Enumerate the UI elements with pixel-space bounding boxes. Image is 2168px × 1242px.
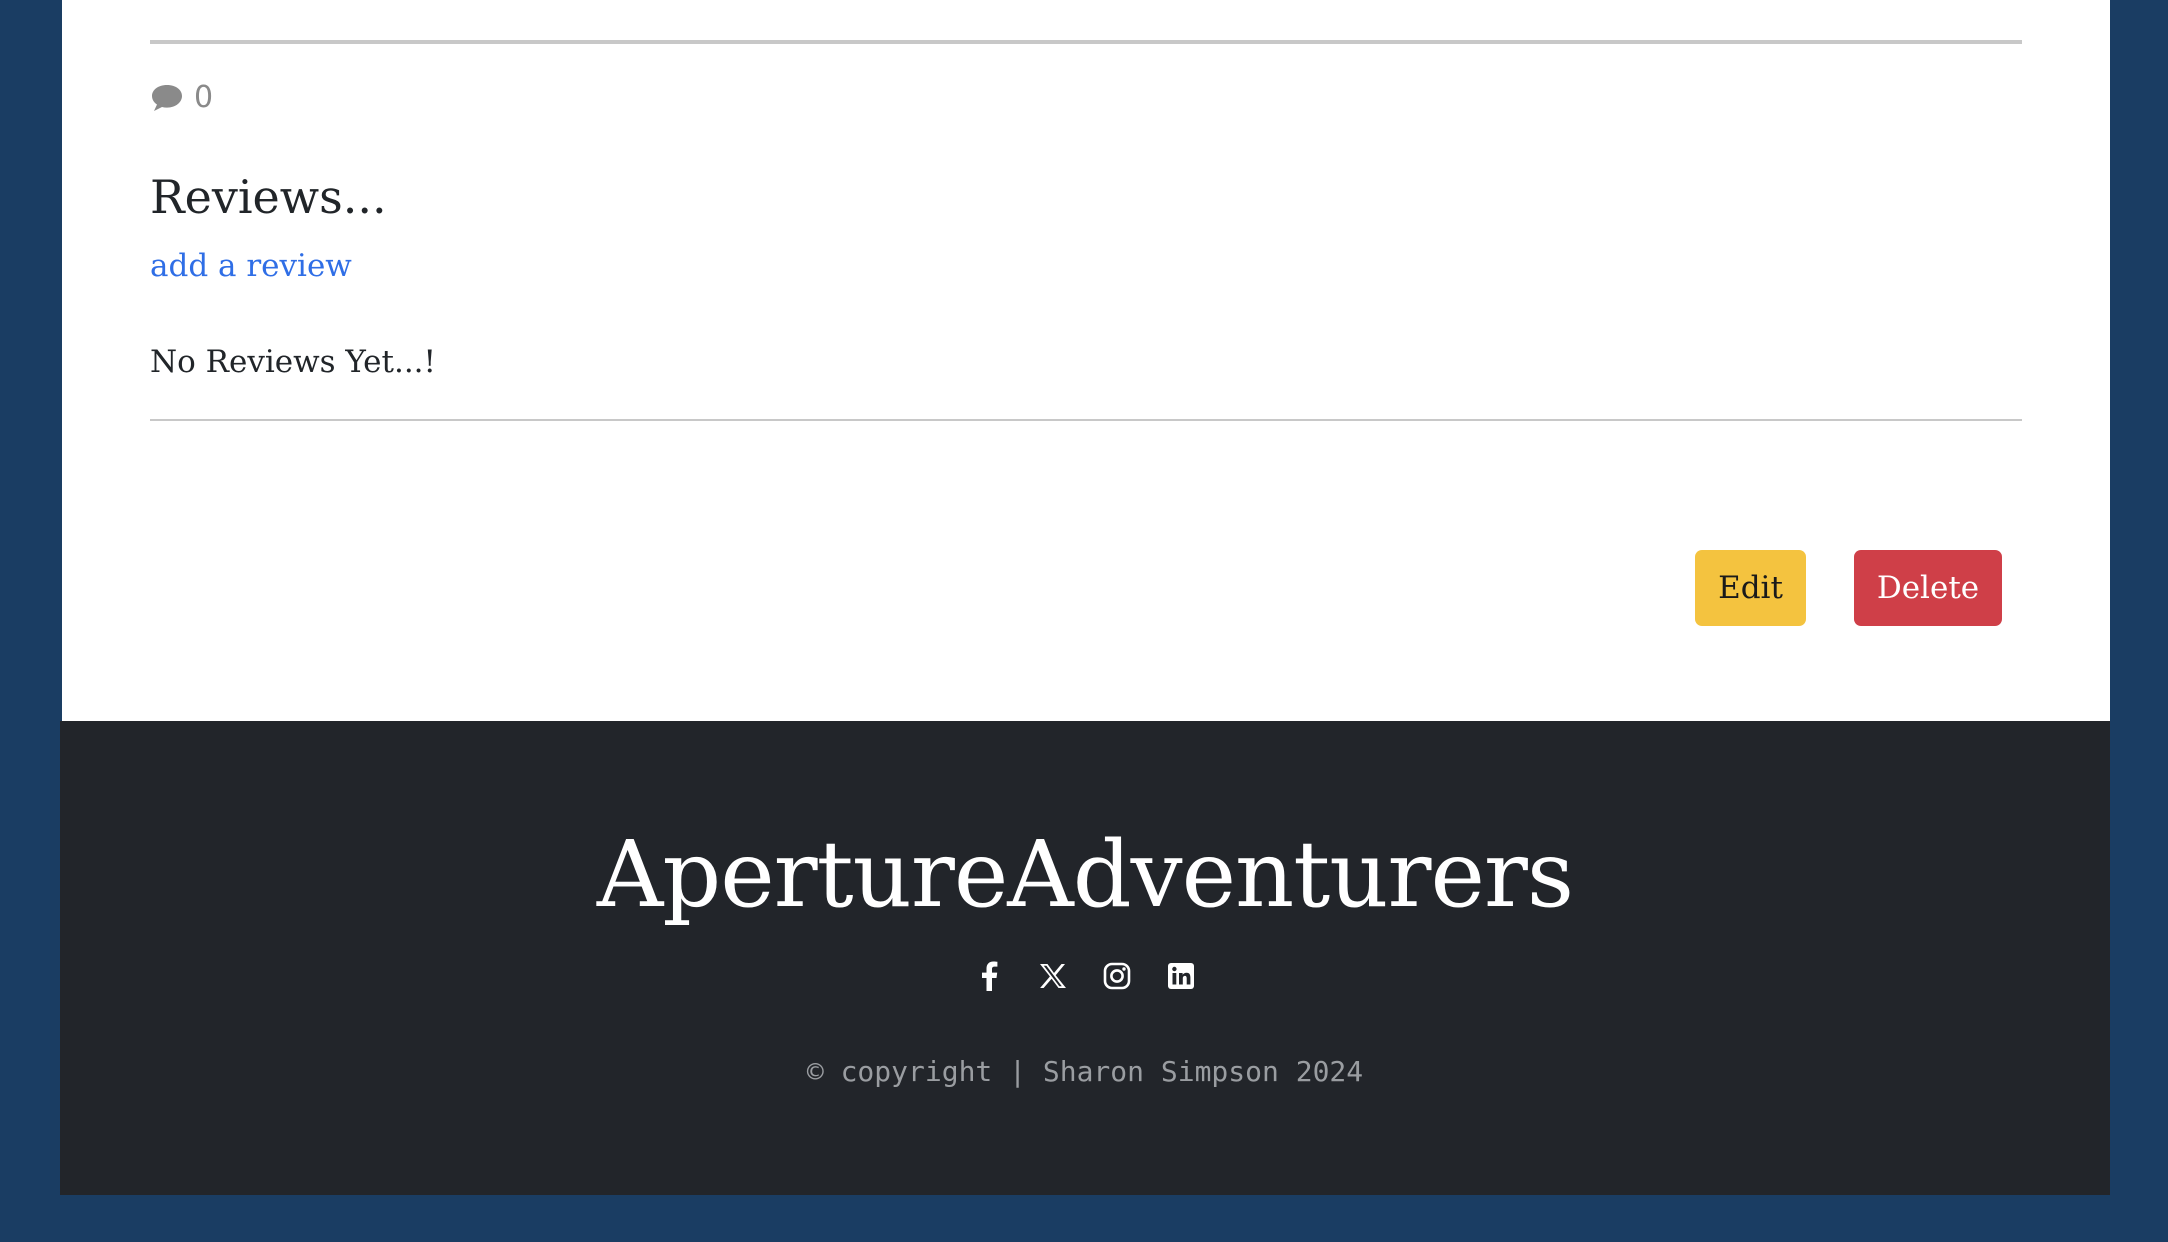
add-review-link[interactable]: add a review [150,248,352,284]
instagram-icon[interactable] [1102,961,1132,991]
copyright-symbol: © [806,1055,824,1088]
site-footer: ApertureAdventurers © copyright | Sharon… [60,721,2110,1195]
linkedin-icon[interactable] [1166,961,1196,991]
x-twitter-icon[interactable] [1038,961,1068,991]
facebook-icon[interactable] [974,961,1004,991]
reviews-heading: Reviews... [150,170,387,224]
comment-count-value: 0 [194,80,214,115]
copyright-text: copyright | Sharon Simpson 2024 [840,1055,1364,1088]
no-reviews-message: No Reviews Yet...! [150,344,436,380]
edit-button[interactable]: Edit [1695,550,1806,626]
comment-count: 0 [150,80,213,115]
post-detail-card: 0 Reviews... add a review No Reviews Yet… [62,0,2110,721]
comment-icon [150,83,184,113]
footer-brand: ApertureAdventurers [596,821,1574,928]
divider [150,419,2022,421]
delete-button[interactable]: Delete [1854,550,2002,626]
divider [150,40,2022,44]
copyright-notice: © copyright | Sharon Simpson 2024 [60,1055,2110,1088]
social-links [60,961,2110,991]
